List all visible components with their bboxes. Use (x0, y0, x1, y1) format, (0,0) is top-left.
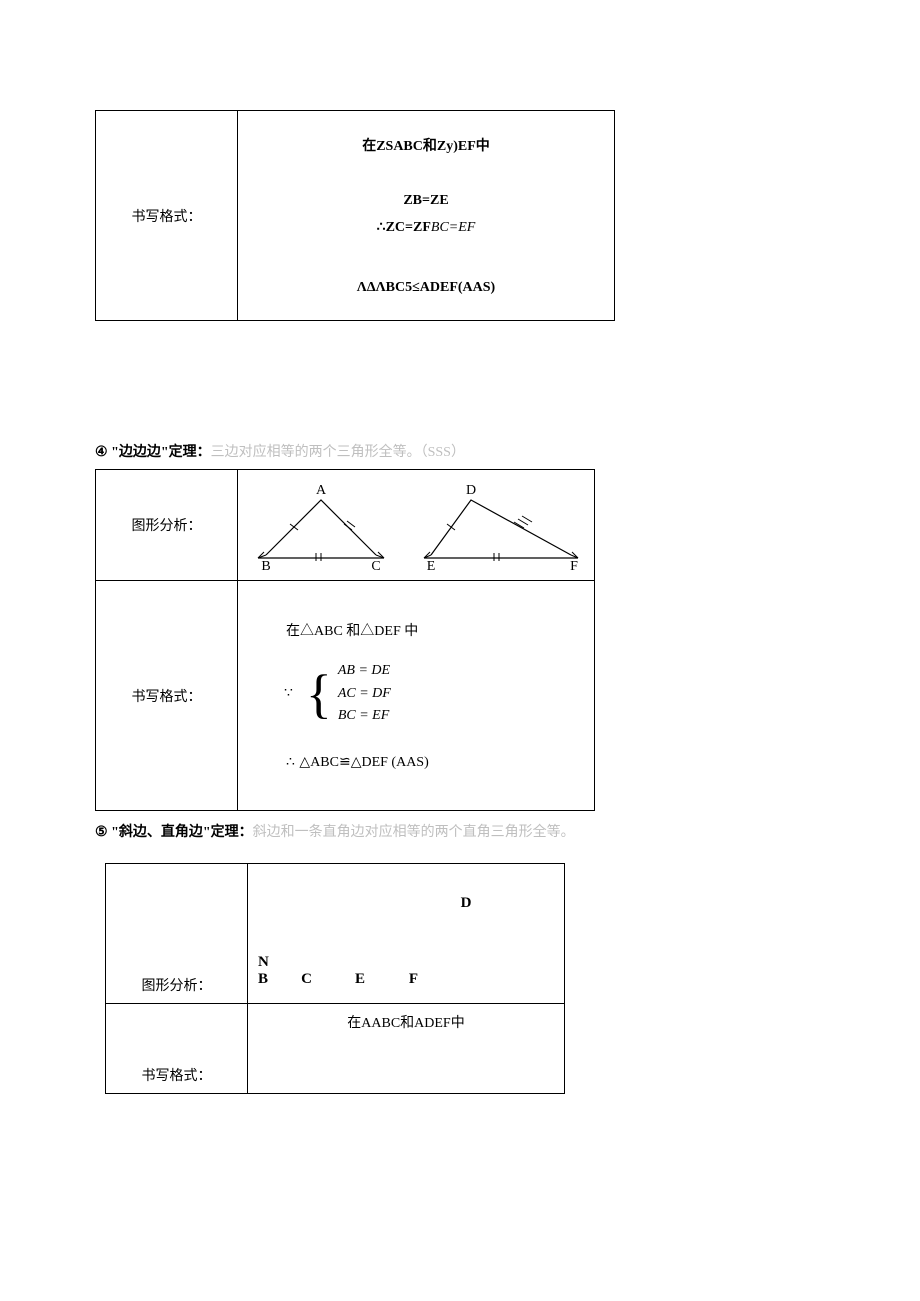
table-hl: 图形分析： D N B C E F 书写格式： 在AABC和ADEF中 (105, 863, 565, 1094)
left-brace-icon: { (306, 667, 332, 721)
vertex-d: D (466, 483, 476, 498)
write-format-label: 书写格式： (132, 210, 202, 225)
letter-b: B (258, 971, 278, 988)
because-symbol: ∵ (284, 685, 294, 702)
cell-diagrams: A B C D (238, 470, 595, 581)
triangle-abc: A B C (246, 480, 396, 570)
eq-bc-ef: BC = EF (338, 705, 391, 727)
section5-heading: ⑤ "斜边、直角边"定理：斜边和一条直角边对应相等的两个直角三角形全等。 (95, 821, 825, 841)
cell-label-format-3: 书写格式： (106, 1004, 248, 1094)
t2-line1: 在△ABC 和△DEF 中 (286, 620, 576, 640)
vertex-e: E (427, 559, 436, 570)
cell-letters: D N B C E F (248, 864, 565, 1004)
table-aas-format: 书写格式： 在ZSABC和Zy)EF中 ZB=ZE ∴ZC=ZFBC=EF ΛΔ… (95, 110, 615, 321)
t3-line1: 在AABC和ADEF中 (347, 1016, 464, 1031)
write-format-label-2: 书写格式： (132, 690, 202, 705)
cell-label: 书写格式： (96, 111, 238, 321)
sss-desc: 三边对应相等的两个三角形全等。（SSS） (211, 445, 465, 460)
section4-heading: ④ "边边边"定理：三边对应相等的两个三角形全等。（SSS） (95, 441, 825, 461)
cell-proof-3: 在AABC和ADEF中 (248, 1004, 565, 1094)
vertex-f: F (570, 559, 578, 570)
triangle-def: D E F (416, 480, 586, 570)
cell-proof: 在△ABC 和△DEF 中 ∵ { AB = DE AC = DF BC = E… (238, 581, 595, 811)
t2-conclusion: ∴ △ABC≌△DEF (AAS) (286, 754, 576, 771)
vertex-a: A (316, 483, 327, 498)
table-sss: 图形分析： A B (95, 469, 595, 811)
cell-content: 在ZSABC和Zy)EF中 ZB=ZE ∴ZC=ZFBC=EF ΛΔΛBC5≤A… (238, 111, 615, 321)
eq-ac-df: AC = DF (338, 683, 391, 705)
cell-label-diagram-3: 图形分析： (106, 864, 248, 1004)
letter-f: F (389, 971, 439, 988)
circled-4: ④ (95, 445, 108, 460)
letter-n: N (258, 954, 278, 971)
hl-desc: 斜边和一条直角边对应相等的两个直角三角形全等。 (253, 825, 575, 840)
vertex-b: B (261, 559, 270, 570)
diagram-analysis-label-3: 图形分析： (142, 979, 212, 994)
sss-title: "边边边"定理： (111, 445, 211, 460)
cell-label-diagram: 图形分析： (96, 470, 238, 581)
t1-eq2: ∴ZC=ZFBC=EF (256, 219, 596, 236)
t1-line1: 在ZSABC和Zy)EF中 (256, 135, 596, 155)
vertex-c: C (371, 559, 380, 570)
hl-title: "斜边、直角边"定理： (111, 825, 253, 840)
letter-c: C (282, 971, 332, 988)
t1-conclusion: ΛΔΛBC5≤ADEF(AAS) (256, 280, 596, 296)
diagram-analysis-label: 图形分析： (132, 519, 202, 534)
circled-5: ⑤ (95, 825, 108, 840)
write-format-label-3: 书写格式： (142, 1069, 212, 1084)
brace-system: ∵ { AB = DE AC = DF BC = EF (284, 660, 576, 727)
t1-eq1: ZB=ZE (256, 193, 596, 209)
cell-label-format: 书写格式： (96, 581, 238, 811)
letter-d: D (461, 895, 472, 911)
eq-ab-de: AB = DE (338, 660, 391, 682)
letter-e: E (335, 971, 385, 988)
